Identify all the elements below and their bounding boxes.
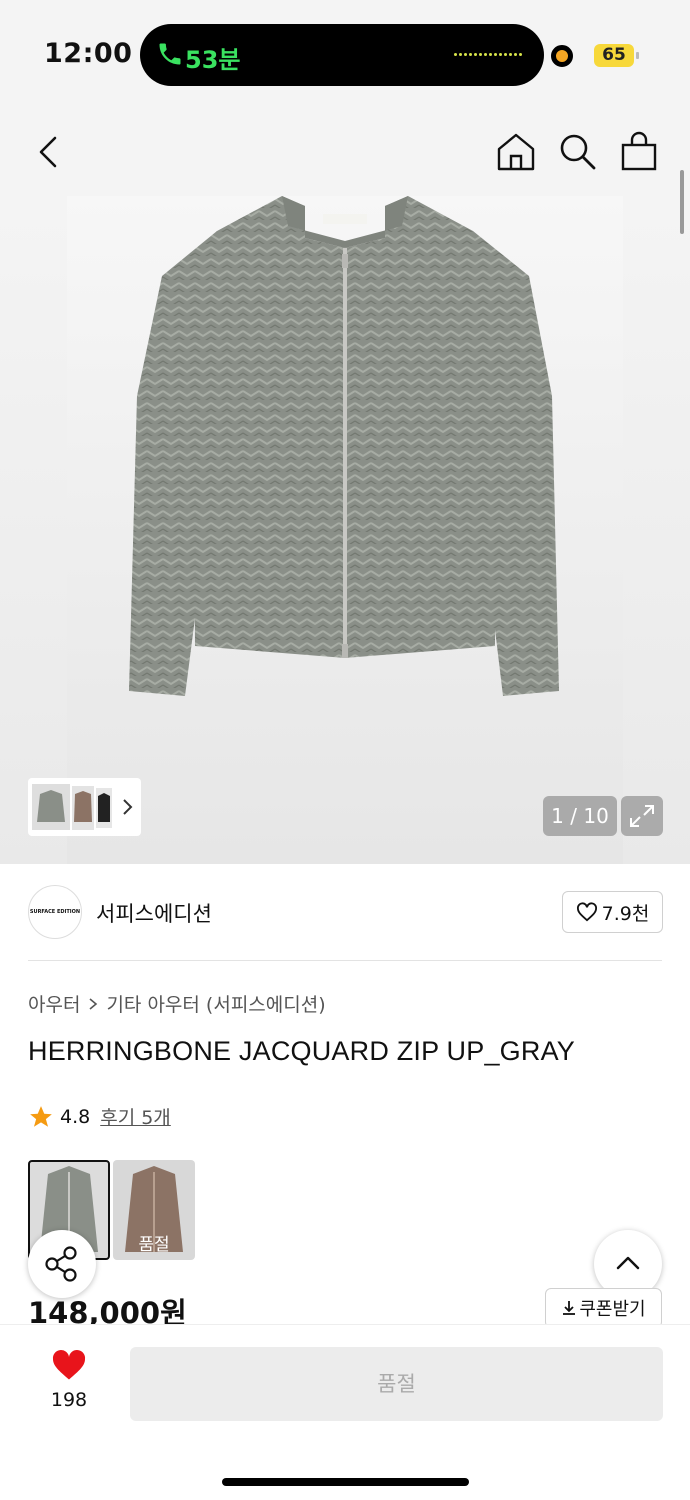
battery-indicator: 65 [594, 44, 634, 67]
download-icon [563, 1301, 576, 1315]
search-icon [560, 134, 596, 170]
wishlist-button[interactable]: 198 [46, 1349, 92, 1411]
expand-button[interactable] [621, 796, 663, 836]
dynamic-island[interactable]: 53분 [140, 24, 544, 86]
expand-icon [630, 805, 654, 827]
scrollbar[interactable] [680, 170, 684, 234]
home-indicator[interactable] [222, 1478, 469, 1486]
home-icon [497, 133, 535, 171]
divider [28, 960, 662, 961]
clock: 12:00 [44, 38, 133, 69]
chevron-right-icon [89, 997, 98, 1010]
product-image [67, 196, 623, 864]
battery-tip [636, 52, 639, 59]
product-image-gallery[interactable]: 1 / 10 [0, 196, 690, 864]
call-duration: 53분 [185, 46, 241, 74]
share-icon [45, 1246, 77, 1282]
top-navigation [0, 110, 690, 196]
image-counter: 1 / 10 [543, 796, 617, 836]
status-bar: 12:00 53분 65 [0, 0, 690, 110]
breadcrumb-subcategory[interactable]: 기타 아우터 (서피스에디션) [106, 990, 325, 1017]
jacket-illustration [129, 196, 559, 696]
shopping-bag-icon [621, 131, 657, 171]
wishlist-count: 198 [50, 1389, 88, 1411]
audio-waveform-icon [454, 53, 524, 59]
breadcrumb-category[interactable]: 아우터 [28, 990, 80, 1017]
brand-name[interactable]: 서피스에디션 [96, 898, 212, 928]
brand-logo[interactable]: SURFACE EDITION [28, 885, 82, 939]
coupon-button[interactable]: 쿠폰받기 [545, 1288, 662, 1328]
home-button[interactable] [494, 130, 538, 174]
heart-outline-icon [576, 902, 597, 922]
chevron-right-icon [123, 799, 133, 815]
thumbnail-strip[interactable] [28, 778, 141, 836]
star-icon [30, 1105, 52, 1127]
thumbnail-images [32, 784, 133, 830]
heart-filled-icon [52, 1350, 86, 1380]
brand-like-button[interactable]: 7.9천 [562, 891, 663, 933]
review-link[interactable]: 후기 5개 [100, 1103, 171, 1130]
recording-indicator-icon [551, 45, 573, 67]
brand-like-count: 7.9천 [601, 902, 650, 925]
purchase-button[interactable]: 품절 [130, 1347, 663, 1421]
back-button[interactable] [28, 130, 72, 174]
rating-score: 4.8 [60, 1105, 91, 1128]
search-button[interactable] [556, 130, 600, 174]
phone-icon [159, 43, 181, 65]
color-option-brown[interactable]: 품절 [113, 1160, 195, 1260]
soldout-label: 품절 [138, 1235, 170, 1255]
rating-row: 4.8 후기 5개 [28, 1103, 171, 1130]
coupon-label: 쿠폰받기 [579, 1299, 646, 1320]
breadcrumb: 아우터 기타 아우터 (서피스에디션) [28, 990, 326, 1017]
product-title: HERRINGBONE JACQUARD ZIP UP_GRAY [28, 1036, 575, 1066]
chevron-left-icon [39, 136, 57, 168]
purchase-bar: 198 품절 [0, 1324, 690, 1500]
cart-button[interactable] [617, 130, 661, 174]
share-button[interactable] [28, 1230, 96, 1298]
